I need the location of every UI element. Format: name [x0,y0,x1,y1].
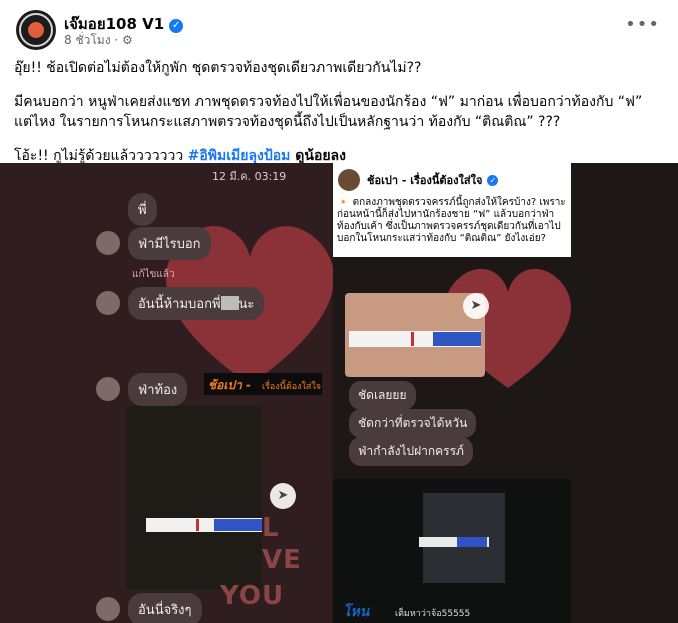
test-strip-cap [214,519,262,531]
post-image[interactable]: 12 มี.ค. 03:19 พี่ ฟ่ามีไรบอก แก้ไขแล้ว … [0,163,678,623]
tv-clip: โหน เต็มหาว่าจ้อ55555 [333,479,571,623]
chat-bubble: ฟ่าท้อง [128,373,188,406]
repost-screenshot: ช้อเปา - เรื่องนี้ต้องใส่ใจ ✓ 🔸 ตกลงภาพชุ… [333,163,678,623]
chat-avatar [96,231,120,255]
chat-bubble: อันนี้ห้ามบอกพี่ นะ [128,287,265,320]
avatar-image [28,22,44,38]
post-time[interactable]: 8 ชั่วโมง [64,33,111,47]
test-line [411,332,414,346]
chat-screenshot: 12 มี.ค. 03:19 พี่ ฟ่ามีไรบอก แก้ไขแล้ว … [0,163,334,623]
chat-bubble: อันนี่จริงๆ [128,593,202,623]
see-less-link[interactable]: ดูน้อยลง [290,148,346,164]
chat-avatar [96,597,120,621]
verified-badge-icon: ✓ [487,175,499,186]
post-body: อุ๊ย!! ช้อเปิดต่อไม่ต้องให้กูพัก ชุดตรวจ… [14,58,664,180]
brand-tagline: เรื่องนี้ต้องใส่ใจ [262,382,322,392]
chat-bubble: ชัดกว่าที่ตรวจได้หวัน [349,409,477,438]
tv-logo: โหน [343,604,370,620]
page-avatar[interactable] [16,10,56,50]
card-page-name: ช้อเปา - เรื่องนี้ต้องใส่ใจ ✓ [367,171,499,189]
brand-watermark: ช้อเปา - เรื่องนี้ต้องใส่ใจ [204,373,322,395]
test-strip-cap [433,332,481,346]
settings-gear-icon[interactable]: ⚙ [122,33,133,47]
edited-note: แก้ไขแล้ว [132,269,175,280]
verified-badge-icon: ✓ [169,19,184,33]
chat-bubble: ฟ่ากำลังไปฝากครรภ์ [349,437,473,466]
post-meta: 8 ชั่วโมง · ⚙ [64,33,133,47]
post-header: เจ๊มอย108 V1 ✓ 8 ชั่วโมง · ⚙ ••• [0,0,678,56]
test-strip-cap [457,537,487,547]
share-icon[interactable]: ➤ [270,483,296,509]
love-text: VE [262,545,302,575]
card-text: 🔸 ตกลงภาพชุดตรวจครรภ์นี้ถูกส่งให้ใครบ้าง… [337,197,566,244]
card-page-name-text: ช้อเปา - เรื่องนี้ต้องใส่ใจ [367,174,483,187]
chat-bubble: พี่ [128,193,157,226]
repost-card: ช้อเปา - เรื่องนี้ต้องใส่ใจ ✓ 🔸 ตกลงภาพชุ… [333,163,571,257]
chat-bubble: ฟ่ามีไรบอก [128,227,211,260]
chat-bubble-suffix: นะ [238,297,255,312]
brand-name: ช้อเปา - [208,378,251,392]
share-icon[interactable]: ➤ [463,293,489,319]
chat-avatar [96,291,120,315]
redaction-box [220,296,239,310]
hashtag-link[interactable]: #อิพิมเมียลุงป้อม [188,148,291,164]
love-text: L [262,513,280,543]
chat-bubble-text: อันนี้ห้ามบอกพี่ [138,297,221,312]
post-line-4-text: โอ้ะ!! กูไม่รู้ด้วยแล้ววววววว [14,148,188,164]
clip-caption: เต็มหาว่าจ้อ55555 [395,609,471,619]
post-line-1: อุ๊ย!! ช้อเปิดต่อไม่ต้องให้กูพัก ชุดตรวจ… [14,60,422,76]
chat-avatar [96,377,120,401]
pregnancy-test-photo [126,406,262,590]
post-line-3: แต่ไหง ในรายการโหนกระแสภาพตรวจท้องชุดนี้… [14,114,561,130]
post-line-2: มีคนบอกว่า หนูฟ่าเคยส่งแชท ภาพชุดตรวจท้อ… [14,94,643,110]
love-text: YOU [220,581,285,611]
more-horizontal-icon[interactable]: ••• [625,14,660,35]
test-line [196,519,199,531]
card-avatar [338,169,360,191]
chat-timestamp: 12 มี.ค. 03:19 [212,170,287,183]
chat-bubble: ชัดเลยยย [349,381,416,410]
